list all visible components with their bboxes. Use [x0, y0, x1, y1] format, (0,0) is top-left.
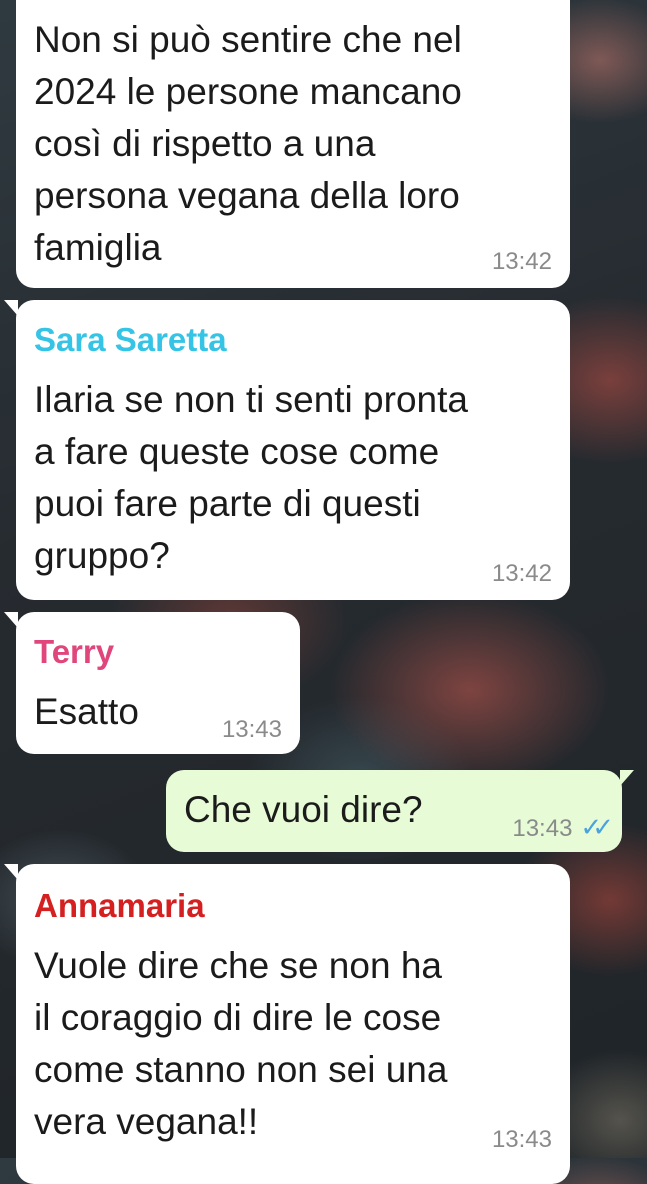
message-time: 13:43 ✓✓ [512, 812, 613, 843]
message-time: 13:43 [491, 1126, 552, 1153]
message-bubble-outgoing[interactable]: Che vuoi dire? 13:43 ✓✓ [166, 770, 634, 852]
sender-name[interactable]: Sara Saretta [34, 320, 227, 360]
bubble-tail [4, 300, 18, 316]
message-bubble[interactable]: Sara Saretta Ilaria se non ti senti pron… [4, 300, 570, 600]
message-time: 13:43 [221, 716, 282, 743]
message-time: 13:42 [491, 560, 552, 587]
double-check-icon: ✓✓ [580, 812, 613, 842]
bubble-tail [620, 770, 634, 786]
message-time: 13:42 [491, 248, 552, 275]
message-bubble[interactable]: Non si può sentire che nel 2024 le perso… [16, 0, 570, 288]
bubble-tail [4, 864, 18, 880]
message-time-text: 13:43 [512, 815, 573, 842]
message-text: Esatto [34, 691, 139, 732]
message-text: Non si può sentire che nel 2024 le perso… [34, 19, 462, 268]
message-bubble[interactable]: Terry Esatto 13:43 [4, 612, 300, 754]
bubble-tail [4, 612, 18, 628]
message-bubble[interactable]: Annamaria Vuole dire che se non ha il co… [4, 864, 570, 1184]
message-text: Che vuoi dire? [184, 789, 423, 830]
sender-name[interactable]: Terry [34, 632, 114, 672]
sender-name[interactable]: Annamaria [34, 886, 205, 926]
message-text: Ilaria se non ti senti pronta a fare que… [34, 379, 468, 576]
message-text: Vuole dire che se non ha il coraggio di … [34, 945, 448, 1142]
